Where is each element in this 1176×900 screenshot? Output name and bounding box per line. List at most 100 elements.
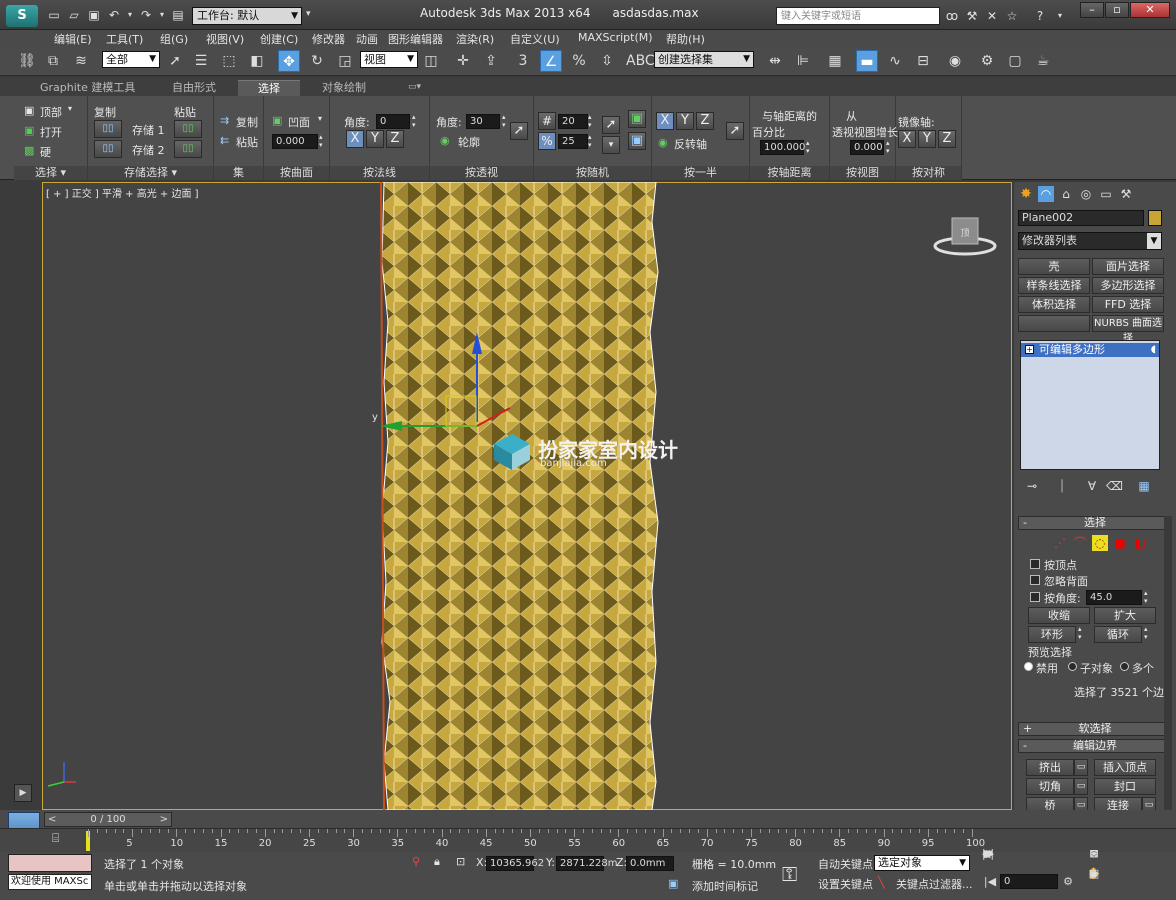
utilities-tab-icon[interactable]: ⚒ [1118, 186, 1134, 202]
unlink-icon[interactable]: ⧉ [42, 50, 64, 72]
time-slider-thumb[interactable]: < 0 / 100 > [44, 812, 172, 827]
spinner-icon[interactable]: ▴ ▾ [1144, 589, 1148, 605]
element-mode-icon[interactable]: ◧ [1132, 535, 1148, 551]
mod-empty-button[interactable] [1018, 315, 1090, 332]
menu-animation[interactable]: 动画 [356, 31, 378, 47]
tab-graphite-modeling[interactable]: Graphite 建模工具 [30, 80, 145, 96]
track-bar[interactable]: ⌸ 5 10 15 20 25 30 35 40 45 50 55 60 65 70 75 80 85 90 95 1… [0, 828, 1176, 852]
lightbulb-icon[interactable]: ◖ [1151, 343, 1156, 357]
save-icon[interactable]: ▣ [86, 7, 102, 23]
select-and-manipulate-icon[interactable]: ✛ [452, 50, 474, 72]
project-folder-icon[interactable]: ▤ [170, 7, 186, 23]
normal-z-button[interactable]: Z [386, 130, 404, 148]
mod-nurbs-select-button[interactable]: NURBS 曲面选择 [1092, 315, 1164, 344]
hierarchy-tab-icon[interactable]: ⌂ [1058, 186, 1074, 202]
rect-selection-region-icon[interactable]: ⬚ [218, 50, 240, 72]
selection-filter-select[interactable]: 全部 ▼ [102, 51, 160, 68]
loop-spinner-icon[interactable]: ▴ ▾ [1144, 625, 1148, 641]
maxscript-listener-pink[interactable] [8, 854, 92, 872]
maximize-viewport-icon[interactable]: ▣ [1086, 866, 1102, 882]
mod-ffd-select-button[interactable]: FFD 选择 [1092, 296, 1164, 313]
subscription-icon[interactable]: ⚒ [964, 8, 980, 24]
concave-button[interactable]: 凹面 [288, 114, 310, 130]
by-vertex-checkbox[interactable] [1030, 559, 1040, 569]
insert-vertex-button[interactable]: 插入顶点 [1094, 759, 1156, 776]
spinner-icon[interactable]: ▴ ▾ [588, 133, 592, 149]
menu-edit[interactable]: 编辑(E) [54, 31, 92, 47]
prev-frame-icon[interactable]: < [48, 813, 56, 826]
help-dropdown-icon[interactable]: ▾ [1052, 8, 1068, 24]
next-frame-icon[interactable]: > [160, 813, 168, 826]
graphite-ribbon-toggle-icon[interactable]: ▬ [856, 50, 878, 72]
preview-subobj-radio[interactable] [1068, 662, 1077, 671]
expand-panel-icon[interactable]: ▶ [14, 784, 32, 802]
menu-group[interactable]: 组(G) [160, 31, 188, 47]
store2-paste-button[interactable]: ▯▯ [174, 140, 202, 158]
sym-z-button[interactable]: Z [938, 130, 956, 148]
concave-value-input[interactable]: 0.000 [272, 134, 318, 149]
select-and-link-icon[interactable]: ⛓ [16, 50, 38, 72]
menu-rendering[interactable]: 渲染(R) [456, 31, 494, 47]
zoom-extents-all-icon[interactable]: ⊠ [1086, 846, 1102, 862]
random-select-icon[interactable]: ▣ [628, 110, 646, 128]
undo-dropdown-icon[interactable]: ▾ [126, 7, 134, 23]
object-color-swatch[interactable] [1148, 210, 1162, 226]
chevron-down-icon[interactable]: ▾ [318, 114, 322, 123]
half-pick-icon[interactable]: ➚ [726, 122, 744, 140]
spinner-icon[interactable]: ▴ ▾ [319, 133, 323, 149]
menu-graph-editors[interactable]: 图形编辑器 [388, 31, 443, 47]
window-crossing-icon[interactable]: ◧ [246, 50, 268, 72]
outline-button[interactable]: 轮廓 [458, 134, 480, 150]
ignore-backface-checkbox[interactable] [1030, 575, 1040, 585]
redo-dropdown-icon[interactable]: ▾ [158, 7, 166, 23]
key-selection-select[interactable]: 选定对象 ▼ [874, 855, 970, 871]
ribbon-options-icon[interactable]: ▭▾ [398, 80, 431, 96]
sel-top-button[interactable]: 顶部 [40, 104, 62, 120]
set-paste-button[interactable]: 粘贴 [236, 134, 258, 150]
pivot-center-icon[interactable]: ◫ [420, 50, 442, 72]
set-copy-button[interactable]: 复制 [236, 114, 258, 130]
tab-selection[interactable]: 选择 [238, 80, 300, 96]
help-icon[interactable]: ? [1032, 8, 1048, 24]
panel-stored-selection-label[interactable]: 存储选择 ▾ [88, 166, 213, 180]
rollout-selection[interactable]: - 选择 [1018, 516, 1172, 530]
tab-object-paint[interactable]: 对象绘制 [312, 80, 376, 96]
track-filter-icon[interactable]: ⌸ [52, 831, 59, 846]
stack-item-editable-poly[interactable]: + 可编辑多边形 ◖ [1021, 343, 1159, 357]
favorites-star-icon[interactable]: ☆ [1004, 8, 1020, 24]
chamfer-button[interactable]: 切角 [1026, 778, 1074, 795]
named-selection-set-select[interactable]: 创建选择集 ▼ [654, 51, 754, 68]
vertex-mode-icon[interactable]: ⋰ [1052, 535, 1068, 551]
mod-shell-button[interactable]: 壳 [1018, 258, 1090, 275]
menu-modifiers[interactable]: 修改器 [312, 31, 345, 47]
render-production-icon[interactable]: ☕ [1032, 50, 1054, 72]
persp-pick-icon[interactable]: ➚ [510, 122, 528, 140]
spinner-icon[interactable]: ▴ ▾ [886, 139, 890, 155]
rendered-frame-window-icon[interactable]: ▢ [1004, 50, 1026, 72]
chevron-down-icon[interactable]: ▾ [68, 104, 72, 113]
workspace-more-icon[interactable]: ▾ [306, 9, 311, 19]
sym-x-button[interactable]: X [898, 130, 916, 148]
flip-axis-button[interactable]: 反转轴 [674, 136, 707, 152]
key-filters-button[interactable]: 关键点过滤器... [896, 876, 973, 892]
normal-angle-input[interactable]: 0 [376, 114, 410, 129]
select-object-icon[interactable]: ➚ [164, 50, 186, 72]
by-angle-checkbox[interactable] [1030, 592, 1040, 602]
display-tab-icon[interactable]: ▭ [1098, 186, 1114, 202]
set-key-icon[interactable]: ⚿ [782, 862, 797, 886]
spinner-icon[interactable]: ▴ ▾ [588, 113, 592, 129]
snaps-toggle-icon[interactable]: 3 [512, 50, 534, 72]
render-setup-icon[interactable]: ⚙ [976, 50, 998, 72]
selection-lock-icon[interactable]: 🔒︎ [434, 855, 440, 869]
rollout-soft-selection[interactable]: + 软选择 [1018, 722, 1172, 736]
loop-button[interactable]: 循环 [1094, 626, 1142, 643]
configure-sets-icon[interactable]: ▦ [1136, 478, 1152, 494]
select-and-move-icon[interactable]: ✥ [278, 50, 300, 72]
mirror-icon[interactable]: ⇹ [764, 50, 786, 72]
mod-spline-select-button[interactable]: 样条线选择 [1018, 277, 1090, 294]
border-mode-icon[interactable]: ◌ [1092, 535, 1108, 551]
isolate-selection-icon[interactable]: ⚲ [412, 855, 420, 868]
half-z-button[interactable]: Z [696, 112, 714, 130]
half-y-button[interactable]: Y [676, 112, 694, 130]
sel-hard-button[interactable]: 硬 [40, 144, 51, 160]
